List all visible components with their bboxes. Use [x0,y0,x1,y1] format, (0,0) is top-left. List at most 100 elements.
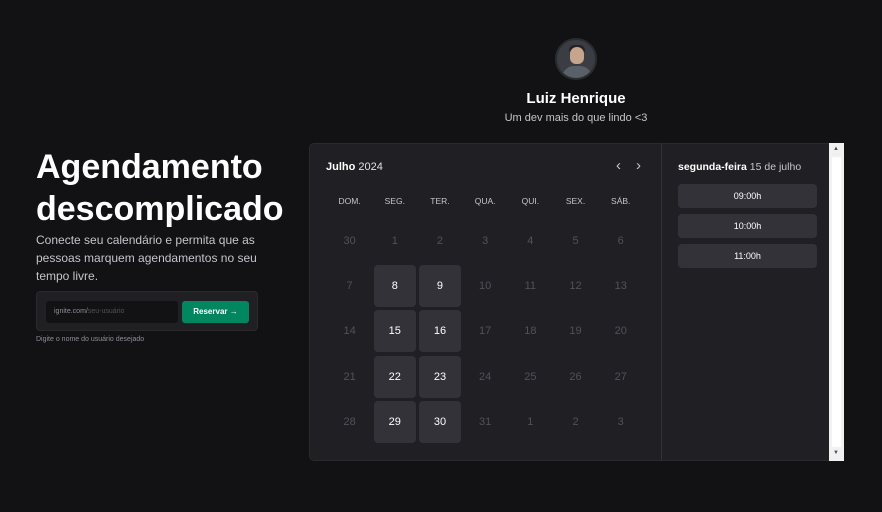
calendar-day-disabled: 17 [463,309,508,354]
calendar-day-number: 26 [569,370,582,383]
calendar-day-disabled: 5 [553,218,598,263]
scroll-up-icon[interactable]: ▲ [833,146,839,152]
weekday-label: SÁB. [611,196,631,206]
weekday-header: DOM. SEG. TER. QUA. QUI. SEX. SÁB. [327,196,643,206]
calendar-day-available[interactable]: 22 [372,354,417,399]
calendar-day-number: 1 [527,415,534,428]
reserve-button[interactable]: Reservar → [182,301,249,323]
avatar [555,38,597,80]
calendar-day-number: 30 [343,234,356,247]
calendar-day-disabled: 31 [463,399,508,444]
calendar-day-number: 14 [343,325,356,338]
calendar-day-disabled: 7 [327,263,372,308]
calendar-day-available[interactable]: 29 [372,399,417,444]
chevron-left-icon[interactable]: ‹ [616,157,621,174]
username-input[interactable]: ignite.com/seu-usuário [46,301,178,323]
calendar-day-disabled: 10 [463,263,508,308]
calendar-day-disabled: 28 [327,399,372,444]
calendar-day-number: 29 [373,400,416,443]
calendar-day-number: 2 [436,234,444,247]
calendar-day-disabled: 27 [598,354,643,399]
calendar-day-number: 7 [346,279,353,292]
time-slot[interactable]: 09:00h [678,184,817,208]
scroll-thumb[interactable] [832,157,841,447]
calendar-title: Julho 2024 [326,161,383,173]
calendar-day-number: 5 [572,234,579,247]
scroll-down-icon[interactable]: ▼ [833,450,839,456]
calendar-day-disabled: 4 [508,218,553,263]
calendar-year: 2024 [358,161,383,173]
claim-username-form: ignite.com/seu-usuário Reservar → [36,291,258,331]
calendar-day-number: 3 [617,415,624,428]
calendar-day-number: 4 [527,234,534,247]
day-grid: 30 1 2 3 4 5 6 7 8 9 10 11 12 13 14 15 16 17 18 19 20 21 22 23 2… [327,218,643,444]
calendar: Julho 2024 ‹ › DOM. SEG. TER. QUA. QUI. SEX. S… [309,143,661,461]
hero-title: Agendamento descomplicado [36,148,284,228]
calendar-day-number: 3 [482,234,489,247]
calendar-day-number: 27 [614,370,627,383]
calendar-day-number: 28 [343,415,356,428]
weekday-label: SEX. [565,196,586,206]
calendar-day-number: 10 [479,279,492,292]
time-slot[interactable]: 11:00h [678,244,817,268]
calendar-day-disabled: 6 [598,218,643,263]
calendar-day-number: 12 [569,279,582,292]
weekday-label: QUI. [521,196,540,206]
calendar-day-number: 6 [617,234,624,247]
calendar-day-disabled: 1 [508,399,553,444]
calendar-day-available[interactable]: 16 [417,309,462,354]
calendar-day-number: 11 [524,279,537,292]
calendar-day-number: 9 [418,264,461,307]
calendar-day-disabled: 2 [553,399,598,444]
calendar-day-number: 19 [569,325,582,338]
form-hint: Digite o nome do usuário desejado [36,336,145,343]
calendar-day-number: 21 [343,370,356,383]
calendar-day-number: 2 [572,415,579,428]
scrollbar[interactable]: ▲ ▼ [829,143,844,461]
calendar-day-number: 1 [391,234,398,247]
calendar-day-disabled: 30 [327,218,372,263]
calendar-day-disabled: 21 [327,354,372,399]
calendar-day-number: 24 [479,370,492,383]
calendar-day-number: 20 [614,325,627,338]
calendar-day-disabled: 11 [508,263,553,308]
calendar-day-number: 25 [524,370,537,383]
calendar-day-available[interactable]: 23 [417,354,462,399]
calendar-day-available[interactable]: 8 [372,263,417,308]
calendar-day-disabled: 1 [372,218,417,263]
calendar-day-number: 16 [418,310,461,353]
calendar-day-disabled: 25 [508,354,553,399]
selected-weekday: segunda-feira [678,161,747,173]
calendar-day-number: 22 [373,355,416,398]
calendar-day-number: 13 [614,279,627,292]
input-placeholder: seu-usuário [87,308,125,315]
calendar-day-disabled: 26 [553,354,598,399]
calendar-day-disabled: 2 [417,218,462,263]
profile-name: Luiz Henrique [526,90,626,107]
calendar-day-disabled: 12 [553,263,598,308]
calendar-day-available[interactable]: 15 [372,309,417,354]
time-picker: segunda-feira 15 de julho 09:00h 10:00h … [661,143,829,461]
calendar-day-disabled: 24 [463,354,508,399]
weekday-label: SEG. [384,196,405,206]
hero-description: Conecte seu calendário e permita que as … [36,233,257,283]
time-slot[interactable]: 10:00h [678,214,817,238]
profile-bio: Um dev mais do que lindo <3 [504,112,648,124]
avatar-body [562,66,592,78]
calendar-day-disabled: 18 [508,309,553,354]
calendar-day-available[interactable]: 30 [417,399,462,444]
calendar-day-number: 17 [479,325,492,338]
chevron-right-icon[interactable]: › [636,157,641,174]
input-prefix: ignite.com/ [54,308,88,315]
calendar-month: Julho [326,161,356,173]
calendar-day-number: 31 [479,415,492,428]
selected-date: 15 de julho [749,161,802,173]
weekday-label: QUA. [474,196,496,206]
time-picker-title: segunda-feira 15 de julho [678,161,801,173]
calendar-day-available[interactable]: 9 [417,263,462,308]
calendar-day-number: 18 [524,325,537,338]
calendar-day-number: 15 [373,310,416,353]
calendar-day-disabled: 20 [598,309,643,354]
weekday-label: DOM. [338,196,361,206]
weekday-label: TER. [430,196,450,206]
